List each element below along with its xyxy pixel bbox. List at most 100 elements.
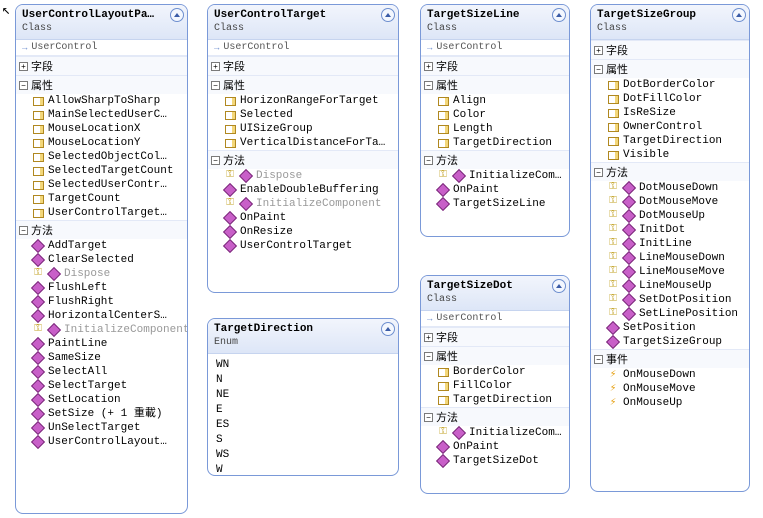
collapse-icon[interactable] [552,279,566,293]
toggle-icon[interactable]: − [424,413,433,422]
class-header[interactable]: TargetSizeDotClass [421,276,569,311]
member-row[interactable]: OnPaint [421,183,569,197]
member-row[interactable]: OnPaint [421,440,569,454]
member-row[interactable]: PaintLine [16,337,187,351]
member-row[interactable]: UserControlTarget… [16,206,187,220]
member-row[interactable]: InitLine [591,237,749,251]
member-row[interactable]: SameSize [16,351,187,365]
member-row[interactable]: OnMouseDown [591,368,749,382]
member-row[interactable]: MainSelectedUserC… [16,108,187,122]
member-row[interactable]: LineMouseDown [591,251,749,265]
section-header[interactable]: −方法 [208,150,398,169]
toggle-icon[interactable]: − [19,81,28,90]
toggle-icon[interactable]: + [424,62,433,71]
member-row[interactable]: UserControlLayout… [16,435,187,449]
member-row[interactable]: SetDotPosition [591,293,749,307]
member-row[interactable]: FillColor [421,379,569,393]
class-header[interactable]: UserControlTargetClass [208,5,398,40]
section-header[interactable]: −方法 [591,162,749,181]
class-header[interactable]: UserControlLayoutPa…Class [16,5,187,40]
member-row[interactable]: LineMouseMove [591,265,749,279]
class-box-tsl[interactable]: TargetSizeLineClass→UserControl+字段−属性Ali… [420,4,570,237]
toggle-icon[interactable]: − [211,81,220,90]
toggle-icon[interactable]: − [424,156,433,165]
enum-value[interactable]: WN [216,358,390,373]
section-header[interactable]: −方法 [421,407,569,426]
member-row[interactable]: InitializeCom… [421,169,569,183]
toggle-icon[interactable]: − [594,65,603,74]
member-row[interactable]: Selected [208,108,398,122]
section-header[interactable]: −属性 [421,75,569,94]
member-row[interactable]: HorizonRangeForTarget [208,94,398,108]
member-row[interactable]: DotBorderColor [591,78,749,92]
member-row[interactable]: MouseLocationY [16,136,187,150]
member-row[interactable]: Align [421,94,569,108]
section-header[interactable]: +字段 [16,56,187,75]
enum-value[interactable]: ES [216,418,390,433]
section-header[interactable]: +字段 [208,56,398,75]
member-row[interactable]: DotMouseUp [591,209,749,223]
member-row[interactable]: DotFillColor [591,92,749,106]
member-row[interactable]: InitDot [591,223,749,237]
member-row[interactable]: Dispose [208,169,398,183]
member-row[interactable]: TargetSizeGroup [591,335,749,349]
member-row[interactable]: Dispose [16,267,187,281]
member-row[interactable]: Length [421,122,569,136]
member-row[interactable]: FlushRight [16,295,187,309]
member-row[interactable]: HorizontalCenterS… [16,309,187,323]
enum-value[interactable]: NE [216,388,390,403]
collapse-icon[interactable] [552,8,566,22]
member-row[interactable]: TargetDirection [421,393,569,407]
section-header[interactable]: +字段 [421,327,569,346]
class-header[interactable]: TargetSizeLineClass [421,5,569,40]
member-row[interactable]: InitializeComponent [208,197,398,211]
member-row[interactable]: TargetCount [16,192,187,206]
section-header[interactable]: −事件 [591,349,749,368]
collapse-icon[interactable] [381,8,395,22]
member-row[interactable]: Color [421,108,569,122]
member-row[interactable]: AllowSharpToSharp [16,94,187,108]
member-row[interactable]: ClearSelected [16,253,187,267]
member-row[interactable]: UnSelectTarget [16,421,187,435]
member-row[interactable]: IsReSize [591,106,749,120]
member-row[interactable]: SetLinePosition [591,307,749,321]
section-header[interactable]: −属性 [16,75,187,94]
collapse-icon[interactable] [732,8,746,22]
section-header[interactable]: +字段 [421,56,569,75]
member-row[interactable]: SetLocation [16,393,187,407]
member-row[interactable]: TargetSizeLine [421,197,569,211]
member-row[interactable]: SetPosition [591,321,749,335]
section-header[interactable]: −方法 [16,220,187,239]
enum-value[interactable]: E [216,403,390,418]
member-row[interactable]: TargetDirection [591,134,749,148]
member-row[interactable]: OnMouseUp [591,396,749,410]
member-row[interactable]: InitializeComponent [16,323,187,337]
member-row[interactable]: SelectTarget [16,379,187,393]
member-row[interactable]: SelectAll [16,365,187,379]
member-row[interactable]: OnPaint [208,211,398,225]
toggle-icon[interactable]: − [594,168,603,177]
member-row[interactable]: DotMouseDown [591,181,749,195]
section-header[interactable]: −方法 [421,150,569,169]
member-row[interactable]: Visible [591,148,749,162]
member-row[interactable]: SelectedObjectCol… [16,150,187,164]
member-row[interactable]: BorderColor [421,365,569,379]
class-box-tsg[interactable]: TargetSizeGroupClass+字段−属性DotBorderColor… [590,4,750,492]
class-box-td[interactable]: TargetDirectionEnumWNNNEEESSWSW [207,318,399,476]
section-header[interactable]: −属性 [421,346,569,365]
class-box-tsd[interactable]: TargetSizeDotClass→UserControl+字段−属性Bord… [420,275,570,494]
member-row[interactable]: UISizeGroup [208,122,398,136]
member-row[interactable]: SelectedTargetCount [16,164,187,178]
member-row[interactable]: VerticalDistanceForTa… [208,136,398,150]
member-row[interactable]: EnableDoubleBuffering [208,183,398,197]
toggle-icon[interactable]: − [19,226,28,235]
toggle-icon[interactable]: − [594,355,603,364]
class-header[interactable]: TargetSizeGroupClass [591,5,749,40]
enum-value[interactable]: W [216,463,390,476]
member-row[interactable]: SetSize (+ 1 重載) [16,407,187,421]
collapse-icon[interactable] [170,8,184,22]
toggle-icon[interactable]: − [424,352,433,361]
toggle-icon[interactable]: − [424,81,433,90]
toggle-icon[interactable]: − [211,156,220,165]
member-row[interactable]: OnResize [208,225,398,239]
